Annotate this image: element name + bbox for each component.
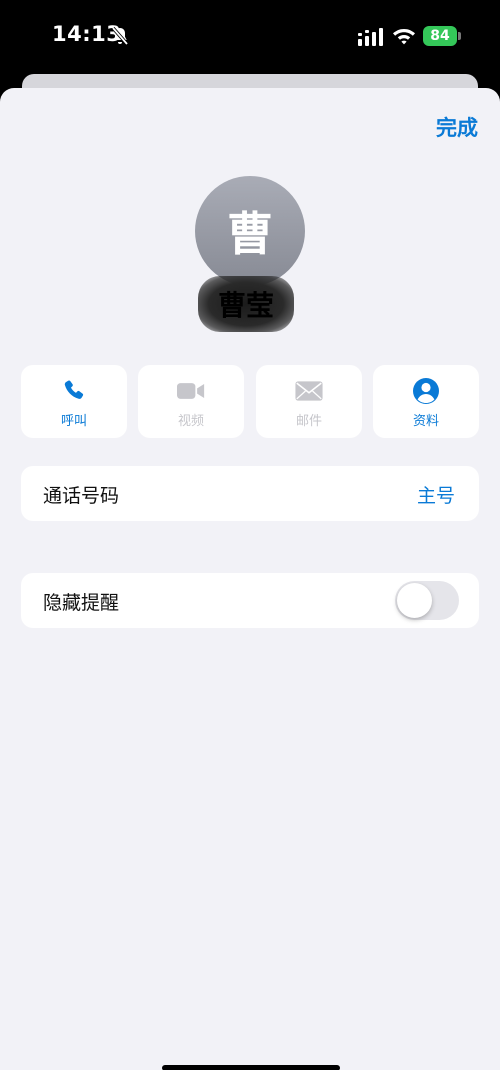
mail-icon (295, 378, 323, 404)
battery-icon: 84 (423, 26, 457, 46)
profile-label: 资料 (412, 414, 439, 429)
wifi-icon (393, 29, 415, 45)
done-button[interactable]: 完成 (436, 112, 478, 142)
hide-alerts-toggle[interactable] (395, 581, 459, 620)
phone-number-label: 通话号码 (43, 485, 120, 507)
status-bar: 14:13 84 (0, 0, 500, 76)
avatar: 曹 (195, 176, 305, 286)
profile-button[interactable]: 资料 (373, 365, 479, 438)
person-circle-icon (412, 378, 440, 404)
action-buttons: 呼叫 视频 邮件 资料 (21, 365, 479, 438)
toggle-knob (397, 583, 432, 618)
mail-label: 邮件 (295, 414, 322, 429)
phone-icon (60, 378, 88, 404)
video-label: 视频 (177, 414, 204, 429)
phone-number-value[interactable]: 主号 (417, 481, 455, 508)
contact-name: 曹莹 (198, 276, 294, 332)
hide-alerts-label: 隐藏提醒 (43, 592, 120, 614)
hide-alerts-row: 隐藏提醒 (21, 573, 479, 628)
call-button[interactable]: 呼叫 (21, 365, 127, 438)
phone-number-row[interactable]: 通话号码 主号 (21, 466, 479, 521)
call-label: 呼叫 (60, 414, 87, 429)
mail-button[interactable]: 邮件 (256, 365, 362, 438)
home-indicator (162, 1065, 340, 1070)
bell-slash-icon (111, 26, 129, 46)
battery-tip (458, 32, 461, 40)
video-button[interactable]: 视频 (138, 365, 244, 438)
contact-sheet: 完成 曹 曹莹 呼叫 视频 邮件 资料 通话号码 主号 隐藏提醒 (0, 88, 500, 1070)
video-icon (177, 378, 205, 404)
cellular-signal-icon (358, 28, 383, 46)
